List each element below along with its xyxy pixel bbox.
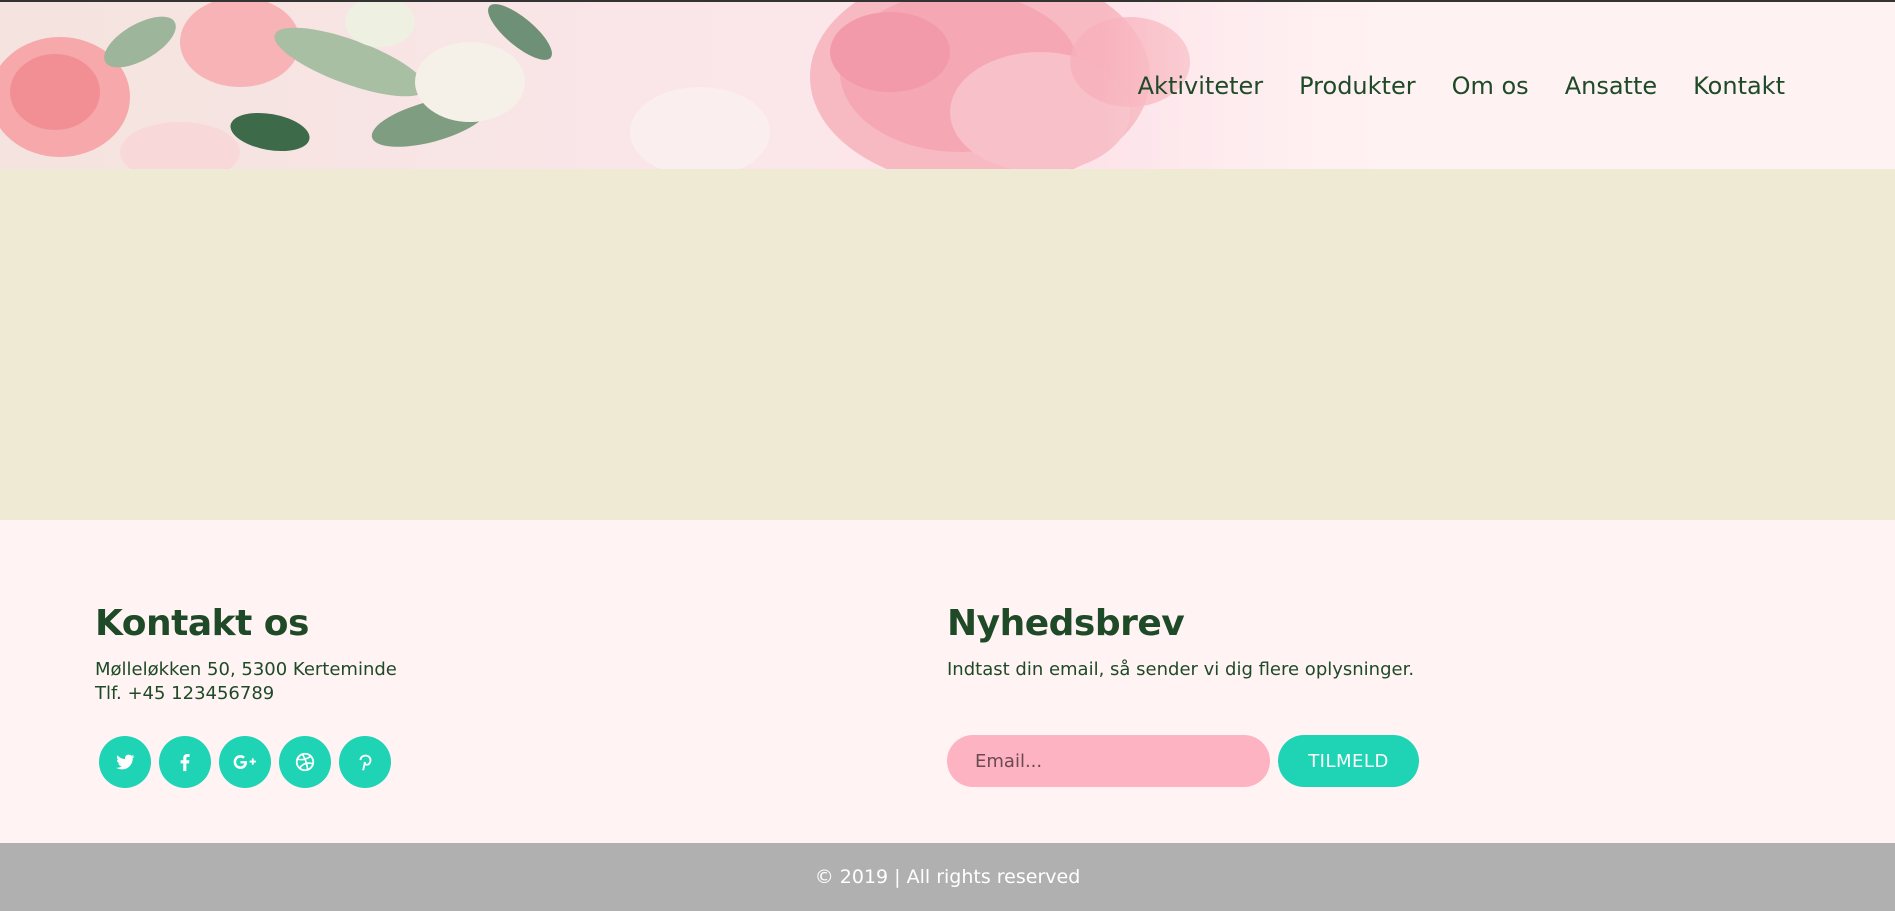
pinterest-icon[interactable] [339, 736, 391, 788]
bottom-bar: © 2019 | All rights reserved [0, 843, 1895, 911]
subscribe-button[interactable]: TILMELD [1278, 735, 1419, 787]
nav-item-om-os[interactable]: Om os [1452, 72, 1529, 100]
contact-title: Kontakt os [95, 603, 309, 644]
contact-phone: Tlf. +45 123456789 [95, 683, 275, 704]
newsletter-section: Nyhedsbrev Indtast din email, så sender … [947, 603, 1647, 787]
nav-item-kontakt[interactable]: Kontakt [1693, 72, 1785, 100]
social-links [99, 736, 695, 788]
facebook-icon[interactable] [159, 736, 211, 788]
nav-item-produkter[interactable]: Produkter [1299, 72, 1415, 100]
contact-section: Kontakt os Mølleløkken 50, 5300 Kertemin… [95, 603, 695, 788]
content-band [0, 169, 1895, 520]
email-input[interactable] [947, 735, 1270, 787]
copyright-text: © 2019 | All rights reserved [814, 866, 1081, 888]
header: Aktiviteter Produkter Om os Ansatte Kont… [0, 0, 1895, 169]
main-nav: Aktiviteter Produkter Om os Ansatte Kont… [1138, 72, 1785, 100]
footer-main: Kontakt os Mølleløkken 50, 5300 Kertemin… [0, 520, 1895, 843]
nav-item-ansatte[interactable]: Ansatte [1565, 72, 1657, 100]
nav-item-aktiviteter[interactable]: Aktiviteter [1138, 72, 1263, 100]
google-plus-icon[interactable] [219, 736, 271, 788]
twitter-icon[interactable] [99, 736, 151, 788]
subscribe-form: TILMELD [947, 735, 1647, 787]
dribbble-icon[interactable] [279, 736, 331, 788]
newsletter-description: Indtast din email, så sender vi dig fler… [947, 659, 1415, 680]
contact-address: Mølleløkken 50, 5300 Kerteminde [95, 659, 397, 680]
newsletter-title: Nyhedsbrev [947, 603, 1185, 644]
